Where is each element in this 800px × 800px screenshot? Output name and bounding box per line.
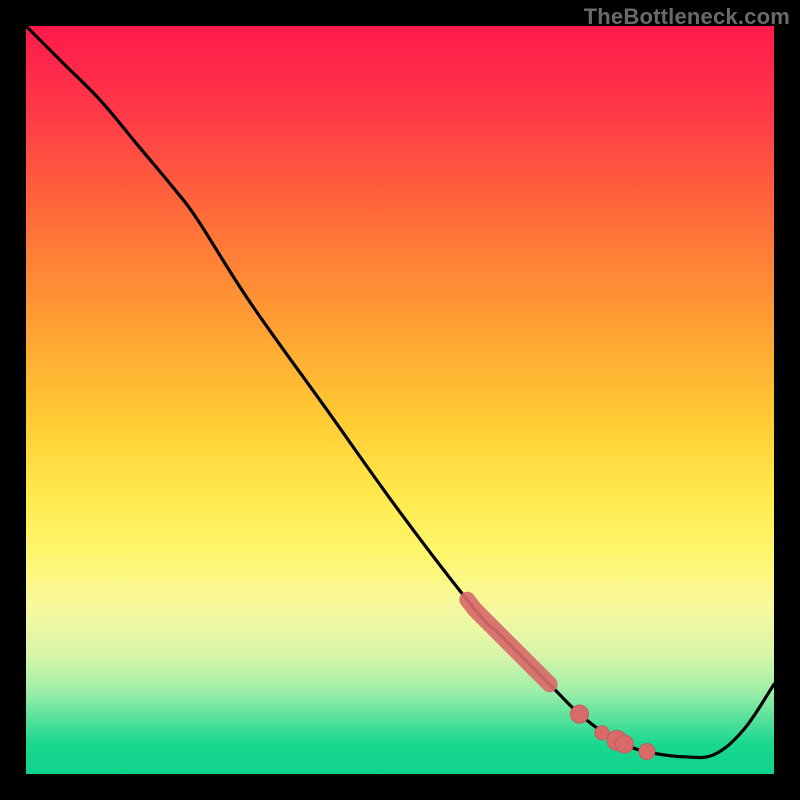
marker-dot	[639, 744, 655, 760]
highlight-segment	[467, 600, 549, 685]
bottleneck-curve	[26, 26, 774, 758]
markers-group	[571, 705, 655, 759]
frame: TheBottleneck.com	[0, 0, 800, 800]
chart-svg	[26, 26, 774, 774]
marker-dot	[571, 705, 589, 723]
marker-dot	[615, 735, 633, 753]
plot-area	[26, 26, 774, 774]
